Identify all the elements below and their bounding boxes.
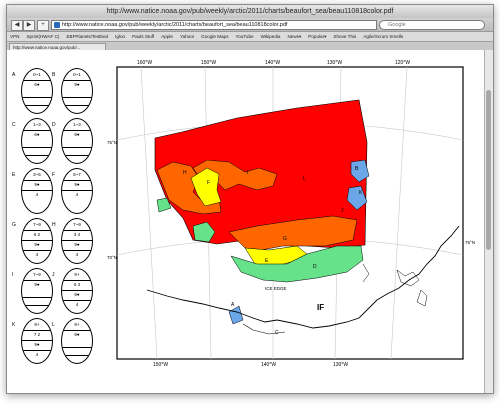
region-label-d: D [313, 264, 317, 270]
region-label-e: E [265, 258, 269, 264]
address-bar[interactable]: http://www.natice.noaa.gov/pub/weekly/ar… [51, 20, 377, 30]
bookmarks-bar: VPN Sprint(HWAF C) EBFPlanets/Testbed Igloo… [7, 32, 493, 42]
ice-map [116, 66, 464, 360]
bookmark-item[interactable]: Sprint(HWAF C) [26, 34, 59, 39]
latitude-label-left: 75°N [107, 140, 118, 145]
back-button[interactable]: ◀ [11, 20, 23, 31]
toolbar: ◀ ▶ + http://www.natice.noaa.gov/pub/wee… [7, 18, 493, 32]
longitude-label-top: 140°W [265, 60, 281, 66]
if-label: IF [317, 303, 325, 312]
region-label-f: F [207, 180, 211, 186]
add-bookmark-button[interactable]: + [37, 20, 49, 31]
bookmark-item[interactable]: News▾ [287, 34, 301, 39]
address-bar-url: http://www.natice.noaa.gov/pub/weekly/ar… [62, 22, 288, 28]
scroll-thumb[interactable] [486, 90, 491, 250]
region-label-g: G [283, 236, 287, 242]
forward-button[interactable]: ▶ [23, 20, 35, 31]
bookmark-item[interactable]: Agile/Scrum Smells [363, 34, 403, 39]
vertical-scrollbar[interactable] [484, 50, 493, 393]
bookmark-item[interactable]: VPN [10, 34, 19, 39]
longitude-label-bottom: 130°W [333, 362, 349, 368]
latitude-label-right: 75°N [465, 240, 476, 245]
region-label-i: I [247, 170, 249, 176]
longitude-label-top: 120°W [395, 60, 411, 66]
region-label-j: J [341, 208, 344, 214]
search-placeholder: Google [388, 22, 406, 28]
bookmark-item[interactable]: Pauls Stuff [132, 34, 154, 39]
longitude-label-bottom: 150°W [153, 362, 169, 368]
region-label-h: H [183, 170, 187, 176]
region-label-l: L [303, 176, 306, 182]
bookmark-item[interactable]: Popular▾ [308, 34, 326, 39]
pdf-content: A 0~1 6● B 0~1 9● C 1~3 6● D 1~3 9● E 3~5 9● 4 F 5~7 9● 4 G 7… [7, 50, 485, 393]
region-label-a: A [231, 302, 235, 308]
bookmark-item[interactable]: YouTube [236, 34, 254, 39]
pdf-icon [54, 22, 60, 28]
bookmark-item[interactable]: Shove This [333, 34, 356, 39]
region-label-b: B [355, 166, 359, 172]
region-label-c: C [275, 330, 279, 336]
latitude-label-left: 70°N [107, 255, 118, 260]
bookmark-item[interactable]: Igloo [115, 34, 125, 39]
bookmark-item[interactable]: EBFPlanets/Testbed [66, 34, 108, 39]
bookmark-item[interactable]: Yahoo! [180, 34, 194, 39]
ice-edge-label: ICE EDGE [265, 286, 287, 291]
longitude-label-top: 160°W [137, 60, 153, 66]
window-title: http://www.natice.noaa.gov/pub/weekly/ar… [7, 5, 493, 18]
browser-window: http://www.natice.noaa.gov/pub/weekly/ar… [6, 4, 494, 394]
longitude-label-top: 150°W [201, 60, 217, 66]
longitude-label-top: 130°W [327, 60, 343, 66]
bookmark-item[interactable]: Wikipedia [261, 34, 281, 39]
bookmark-item[interactable]: Google Maps [201, 34, 228, 39]
longitude-label-bottom: 140°W [261, 362, 277, 368]
bookmark-item[interactable]: Apple [161, 34, 173, 39]
region-label-k: K [359, 190, 363, 196]
search-input[interactable]: Google [379, 20, 485, 30]
